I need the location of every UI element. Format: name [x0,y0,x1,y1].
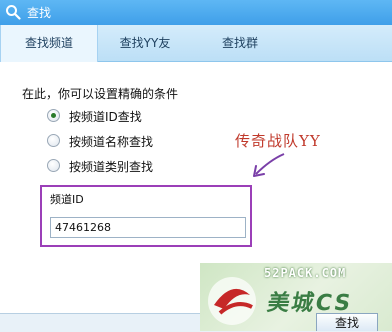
channel-id-input[interactable] [50,217,246,238]
tab-find-channel[interactable]: 查找频道 [0,25,98,62]
tab-find-friend[interactable]: 查找YY友 [110,25,180,61]
arrow-icon [253,153,285,177]
channel-id-group: 频道ID [40,185,252,247]
search-button[interactable]: 查找 [316,313,378,331]
annotation-text: 传奇战队YY [235,132,321,150]
radio-label-by-name: 按频道名称查找 [69,135,154,149]
watermark-url: 52PACK.COM [264,266,347,280]
watermark-emblem-icon [208,277,256,325]
search-icon [6,5,21,20]
title-bar: 查找 [0,0,392,25]
radio-label-by-id: 按频道ID查找 [69,110,142,124]
window-title: 查找 [27,6,52,20]
tab-find-group[interactable]: 查找群 [210,25,270,61]
search-hint-text: 在此，你可以设置精确的条件 [22,87,179,101]
radio-button[interactable] [47,159,60,172]
tab-bar: 查找频道 查找YY友 查找群 [0,25,392,62]
channel-id-label: 频道ID [50,193,84,206]
radio-label-by-category: 按频道类别查找 [69,160,154,174]
radio-button-checked[interactable] [47,109,60,122]
radio-button[interactable] [47,134,60,147]
